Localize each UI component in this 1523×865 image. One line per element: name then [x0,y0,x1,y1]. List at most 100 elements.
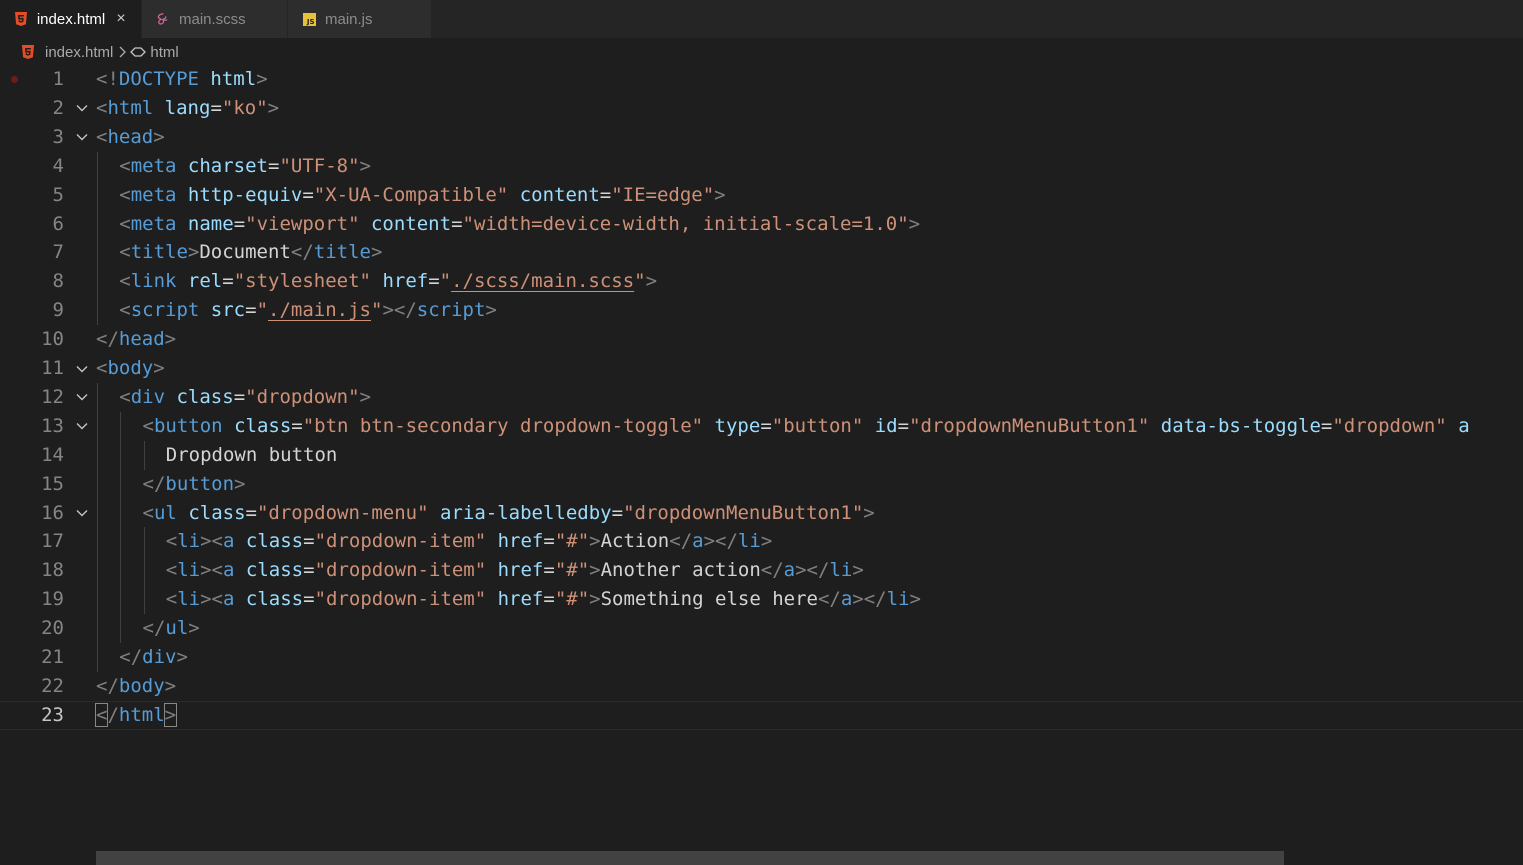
code-line[interactable]: 14 Dropdown button [0,440,1523,470]
code-token: ul [153,501,177,524]
code-token: < [142,501,154,524]
symbol-element-icon [130,45,147,60]
code-token: = [543,530,555,553]
code-editor[interactable]: 1 <!DOCTYPE html> 2 <html lang="ko"> 3 <head>… [0,64,1523,844]
fold-chevron-down-icon[interactable] [74,123,90,152]
code-line[interactable]: 6 <meta name="viewport" content="width=de… [0,209,1523,239]
fold-chevron-down-icon[interactable] [74,499,90,528]
code-line[interactable]: 8 <link rel="stylesheet" href="./scss/mai… [0,267,1523,297]
code-content: <body> [96,354,165,383]
code-token: / [107,703,119,726]
code-token: script [416,299,486,322]
code-token: </ [290,241,314,264]
tab-index-html[interactable]: index.html × [0,0,142,38]
code-token: > [234,472,246,495]
code-token: li [177,530,201,553]
code-token: </ [96,328,119,351]
code-line[interactable]: 1 <!DOCTYPE html> [0,65,1523,94]
code-token: Document [199,241,291,264]
fold-chevron-down-icon[interactable] [74,383,90,412]
code-token: http-equiv [187,183,303,206]
indent-guide [97,498,98,528]
code-token: </ [142,472,166,495]
code-line[interactable]: 11 <body> [0,354,1523,383]
code-token: >< [200,559,223,582]
line-number: 23 [41,703,64,726]
code-line[interactable]: 3 <head> [0,123,1523,152]
code-token: href [382,270,429,293]
tab-main-scss[interactable]: main.scss [142,0,288,38]
code-line[interactable]: 7 <title>Document</title> [0,238,1523,268]
code-line[interactable]: 22 </body> [0,672,1523,701]
code-token: ></ [703,530,738,553]
code-line[interactable]: 10 </head> [0,325,1523,354]
code-token: "button" [771,414,864,437]
code-token: "ko" [221,96,268,119]
code-token: Action [600,530,670,553]
indent-guide [120,498,122,528]
code-content: <div class="dropdown"> [119,383,371,412]
code-line[interactable]: 12 <div class="dropdown"> [0,382,1523,412]
code-line[interactable]: 15 </button> [0,469,1523,499]
code-token: > [256,68,268,90]
code-token: html [118,703,165,726]
code-token: = [611,501,624,524]
code-token: > [645,270,658,293]
code-token: > [359,385,371,408]
code-line[interactable]: 13 <button class="btn btn-secondary dropd… [0,411,1523,441]
breadcrumb-symbol[interactable]: html [150,44,178,61]
line-number: 13 [41,414,64,437]
code-content: <!DOCTYPE html> [96,65,268,94]
fold-chevron-down-icon[interactable] [74,94,90,123]
code-line[interactable]: 5 <meta http-equiv="X-UA-Compatible" cont… [0,180,1523,210]
code-token: = [428,270,440,293]
code-token: < [119,385,131,408]
close-icon[interactable]: × [113,10,129,27]
tab-main-js[interactable]: JS main.js [288,0,432,38]
line-number: 7 [52,241,64,264]
code-token: Something else here [600,588,818,611]
code-content: </body> [96,672,176,701]
code-line[interactable]: 21 </div> [0,643,1523,672]
code-line[interactable]: 4 <meta charset="UTF-8"> [0,151,1523,181]
horizontal-scrollbar[interactable] [96,851,1284,865]
code-line[interactable]: 19 <li><a class="dropdown-item" href="#">… [0,585,1523,615]
code-line[interactable]: 23 </html> [0,700,1523,730]
code-token: class [234,414,292,437]
fold-chevron-down-icon[interactable] [74,412,90,441]
code-line[interactable]: 2 <html lang="ko"> [0,94,1523,123]
breadcrumb-file[interactable]: index.html [45,44,113,61]
code-token: > [267,96,280,119]
code-line[interactable]: 18 <li><a class="dropdown-item" href="#">… [0,556,1523,586]
code-line[interactable]: 20 </ul> [0,614,1523,644]
code-token: a [692,530,704,553]
code-token: < [119,270,131,293]
code-token: charset [187,154,268,177]
code-token: > [153,357,165,379]
indent-guide [143,440,145,470]
fold-chevron-down-icon[interactable] [74,354,90,383]
code-token: < [96,125,108,148]
code-token: < [119,183,131,206]
indent-guide [97,585,98,615]
code-token: src [210,299,246,322]
code-content: <meta name="viewport" content="width=dev… [119,210,920,239]
code-token: type [714,414,761,437]
indent-guide [97,180,98,210]
code-token: < [165,588,178,611]
code-line[interactable]: 9 <script src="./main.js"></script> [0,296,1523,326]
code-line[interactable]: 17 <li><a class="dropdown-item" href="#">… [0,527,1523,557]
indent-guide [97,296,98,326]
code-line[interactable]: 16 <ul class="dropdown-menu" aria-labelle… [0,498,1523,528]
code-token: class [245,588,304,611]
code-content: <li><a class="dropdown-item" href="#">So… [166,585,921,614]
